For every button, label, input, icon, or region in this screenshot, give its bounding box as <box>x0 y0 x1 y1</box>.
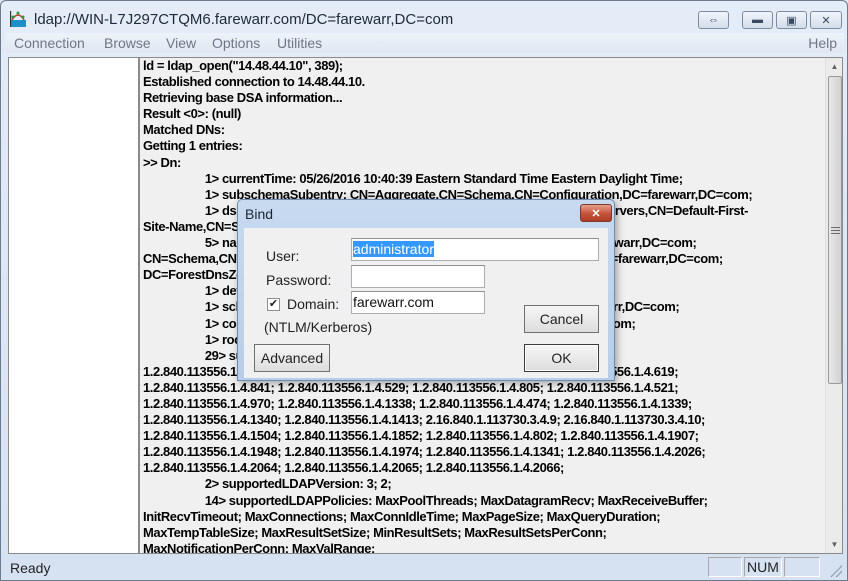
password-label: Password: <box>266 272 332 288</box>
menu-bar: Connection Browse View Options Utilities… <box>6 33 844 53</box>
status-indicator-caps <box>708 557 742 577</box>
log-line: 1.2.840.113556.1.4.841; 1.2.840.113556.1… <box>143 379 679 395</box>
log-line: InitRecvTimeout; MaxConnections; MaxConn… <box>143 508 661 524</box>
resize-grip-icon[interactable] <box>830 565 842 577</box>
scrollbar-thumb[interactable] <box>828 76 842 384</box>
log-line: 1.2.840.113556.1.4.1504; 1.2.840.113556.… <box>143 428 699 444</box>
log-line: MaxNotificationPerConn; MaxValRange; <box>143 540 375 553</box>
log-line: 1.2.840.113556.1.4.1948; 1.2.840.113556.… <box>143 444 706 460</box>
log-line: 2> supportedLDAPVersion: 3; 2; <box>204 476 392 492</box>
status-indicator-scroll <box>784 557 820 577</box>
cancel-button[interactable]: Cancel <box>524 305 599 333</box>
domain-checkbox[interactable]: ✔ <box>267 298 280 311</box>
ok-button[interactable]: OK <box>524 344 599 372</box>
scroll-up-arrow-icon[interactable]: ▲ <box>826 58 843 75</box>
log-line: Getting 1 entries: <box>143 138 243 154</box>
minimize-button[interactable]: ▬ <box>742 11 773 29</box>
menu-browse[interactable]: Browse <box>104 35 151 51</box>
maximize-button[interactable]: ▣ <box>776 11 807 29</box>
user-input-value: administrator <box>353 241 434 257</box>
password-input[interactable] <box>351 265 485 288</box>
menu-utilities[interactable]: Utilities <box>277 35 322 51</box>
log-line: Result <0>: (null) <box>143 106 241 122</box>
user-input[interactable]: administrator <box>351 238 599 261</box>
menu-options[interactable]: Options <box>212 35 260 51</box>
tree-pane[interactable] <box>8 57 139 554</box>
log-line: 1.2.840.113556.1.4.970; 1.2.840.113556.1… <box>143 395 692 411</box>
status-text: Ready <box>10 560 51 576</box>
title-bar[interactable]: ldap://WIN-L7J297CTQM6.farewarr.com/DC=f… <box>1 1 847 33</box>
close-button[interactable]: ✕ <box>810 11 842 29</box>
dialog-title: Bind <box>245 206 274 222</box>
auth-note: (NTLM/Kerberos) <box>264 319 373 335</box>
user-label: User: <box>266 248 300 264</box>
advanced-button[interactable]: Advanced <box>254 344 330 372</box>
log-line: >> Dn: <box>143 154 181 170</box>
domain-input[interactable]: farewarr.com <box>351 291 485 314</box>
bind-dialog: Bind ✕ User: administrator Password: ✔ D… <box>237 199 615 381</box>
log-line: MaxTempTableSize; MaxResultSetSize; MinR… <box>143 524 607 540</box>
vertical-scrollbar[interactable]: ▲ ▼ <box>825 58 842 553</box>
domain-label: Domain: <box>287 296 340 312</box>
ldp-window: ldap://WIN-L7J297CTQM6.farewarr.com/DC=f… <box>0 0 848 581</box>
log-line: 1> currentTime: 05/26/2016 10:40:39 East… <box>204 170 683 186</box>
log-line: 14> supportedLDAPPolicies: MaxPoolThread… <box>204 492 708 508</box>
menu-help[interactable]: Help <box>808 35 837 51</box>
log-line: ld = ldap_open("14.48.44.10", 389); <box>143 58 343 73</box>
ldp-app-icon <box>10 11 26 27</box>
dialog-close-button[interactable]: ✕ <box>580 204 612 222</box>
menu-connection[interactable]: Connection <box>14 35 85 51</box>
window-title: ldap://WIN-L7J297CTQM6.farewarr.com/DC=f… <box>34 11 454 28</box>
dialog-body: User: administrator Password: ✔ Domain: … <box>244 228 608 378</box>
log-line: 1.2.840.113556.1.4.1340; 1.2.840.113556.… <box>143 412 705 428</box>
status-bar: Ready NUM <box>6 555 844 579</box>
status-indicator-num: NUM <box>744 557 782 577</box>
grip-icon <box>831 227 840 236</box>
restore-size-button[interactable]: ⇔ <box>698 11 729 29</box>
log-line: 1.2.840.113556.1.4.2064; 1.2.840.113556.… <box>143 460 564 476</box>
log-line: Retrieving base DSA information... <box>143 90 343 106</box>
log-line: Established connection to 14.48.44.10. <box>143 74 365 90</box>
log-line: Matched DNs: <box>143 122 225 138</box>
menu-view[interactable]: View <box>166 35 196 51</box>
scroll-down-arrow-icon[interactable]: ▼ <box>826 536 843 553</box>
